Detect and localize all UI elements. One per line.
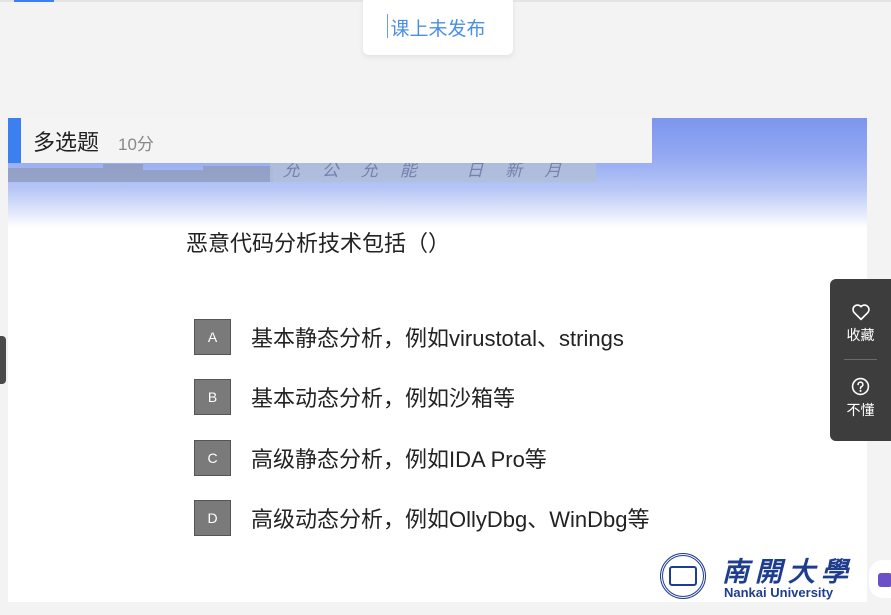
option-b[interactable]: B 基本动态分析，例如沙箱等 (194, 379, 515, 415)
university-seal-icon (660, 553, 706, 599)
publish-status-label: 课上未发布 (390, 19, 486, 40)
question-type-bar: 多选题 10分 (8, 118, 652, 163)
left-drawer-handle[interactable] (0, 336, 6, 384)
publish-status-tab[interactable]: 课上未发布 (363, 0, 513, 55)
option-letter[interactable]: C (194, 440, 231, 476)
question-circle-icon (851, 377, 870, 395)
question-type: 多选题 (33, 129, 100, 155)
option-text: 基本动态分析，例如沙箱等 (251, 386, 516, 411)
option-letter[interactable]: A (194, 319, 231, 355)
favorite-label: 收藏 (846, 327, 875, 343)
question-text: 恶意代码分析技术包括（） (186, 231, 451, 256)
heart-icon (851, 304, 870, 321)
favorite-button[interactable]: 收藏 (830, 289, 891, 359)
top-accent (14, 0, 54, 2)
logo-chinese-name: 南開大學 (722, 557, 854, 588)
option-text: 高级静态分析，例如IDA Pro等 (251, 447, 547, 472)
option-letter[interactable]: B (194, 379, 231, 415)
side-action-panel: 收藏 不懂 (830, 279, 891, 441)
question-type-accent (8, 118, 21, 163)
assistant-chip[interactable] (869, 560, 891, 598)
assistant-icon (878, 573, 891, 587)
option-a[interactable]: A 基本静态分析，例如virustotal、strings (194, 319, 624, 355)
question-score: 10分 (118, 135, 154, 154)
option-c[interactable]: C 高级静态分析，例如IDA Pro等 (194, 440, 547, 476)
nankai-logo: 南開大學 Nankai University (660, 550, 860, 600)
confused-label: 不懂 (846, 401, 875, 418)
university-motto: 允公允能 日新月异 (270, 160, 596, 182)
option-text: 基本静态分析，例如virustotal、strings (251, 326, 624, 351)
option-text: 高级动态分析，例如OllyDbg、WinDbg等 (251, 507, 650, 532)
question-slide: 允公允能 日新月异 多选题 10分 恶意代码分析技术包括（） A 基本静态分析，… (8, 118, 867, 602)
option-letter[interactable]: D (194, 500, 231, 536)
logo-english-name: Nankai University (724, 585, 834, 600)
text-cursor (387, 14, 388, 38)
side-panel-divider (844, 359, 877, 360)
option-d[interactable]: D 高级动态分析，例如OllyDbg、WinDbg等 (194, 500, 650, 536)
confused-button[interactable]: 不懂 (830, 363, 891, 433)
